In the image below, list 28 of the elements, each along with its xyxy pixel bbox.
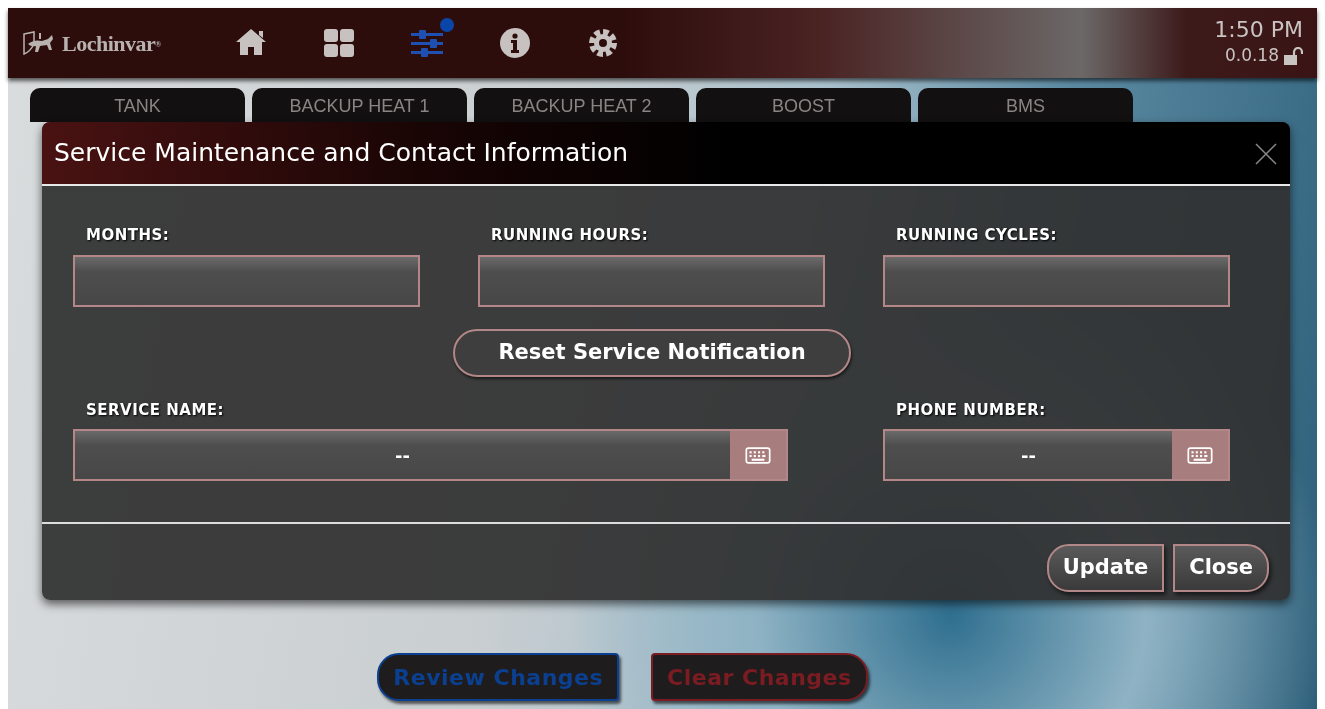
dialog-button[interactable]: Update: [1046, 544, 1165, 592]
tab[interactable]: BMS: [918, 88, 1133, 122]
grid-icon: [322, 26, 356, 60]
reset-notification-button[interactable]: Reset Service Notification: [453, 328, 851, 377]
info-icon: [498, 26, 532, 60]
tab[interactable]: BACKUP HEAT 2: [474, 88, 689, 122]
nav-gear-button[interactable]: [586, 26, 620, 60]
dialog-title: Service Maintenance and Contact Information: [54, 137, 629, 170]
clock-time: 1:50 PM: [1214, 17, 1303, 44]
version-label: 0.0.18: [1224, 44, 1279, 68]
input-field[interactable]: [478, 254, 825, 307]
field-label: PHONE NUMBER:: [895, 399, 1047, 421]
tab[interactable]: TANK: [30, 88, 245, 122]
tab[interactable]: BACKUP HEAT 1: [252, 88, 467, 122]
field-label: RUNNING CYCLES:: [895, 225, 1058, 246]
field-label: RUNNING HOURS:: [490, 225, 650, 246]
unlocked-padlock-icon[interactable]: [1283, 47, 1303, 66]
nav-info-button[interactable]: [498, 26, 532, 60]
dialog-button[interactable]: Close: [1173, 544, 1269, 592]
input-field[interactable]: [73, 254, 420, 307]
brand-logo: Lochinvar$^{®}$: [62, 29, 161, 58]
field-label: SERVICE NAME:: [85, 399, 226, 421]
input-field[interactable]: [883, 254, 1230, 307]
close-button[interactable]: [1254, 141, 1278, 165]
field-label: MONTHS:: [85, 225, 171, 246]
settings-icon: [586, 26, 620, 60]
tab[interactable]: BOOST: [696, 88, 911, 122]
nav-grid-button[interactable]: [322, 26, 356, 60]
